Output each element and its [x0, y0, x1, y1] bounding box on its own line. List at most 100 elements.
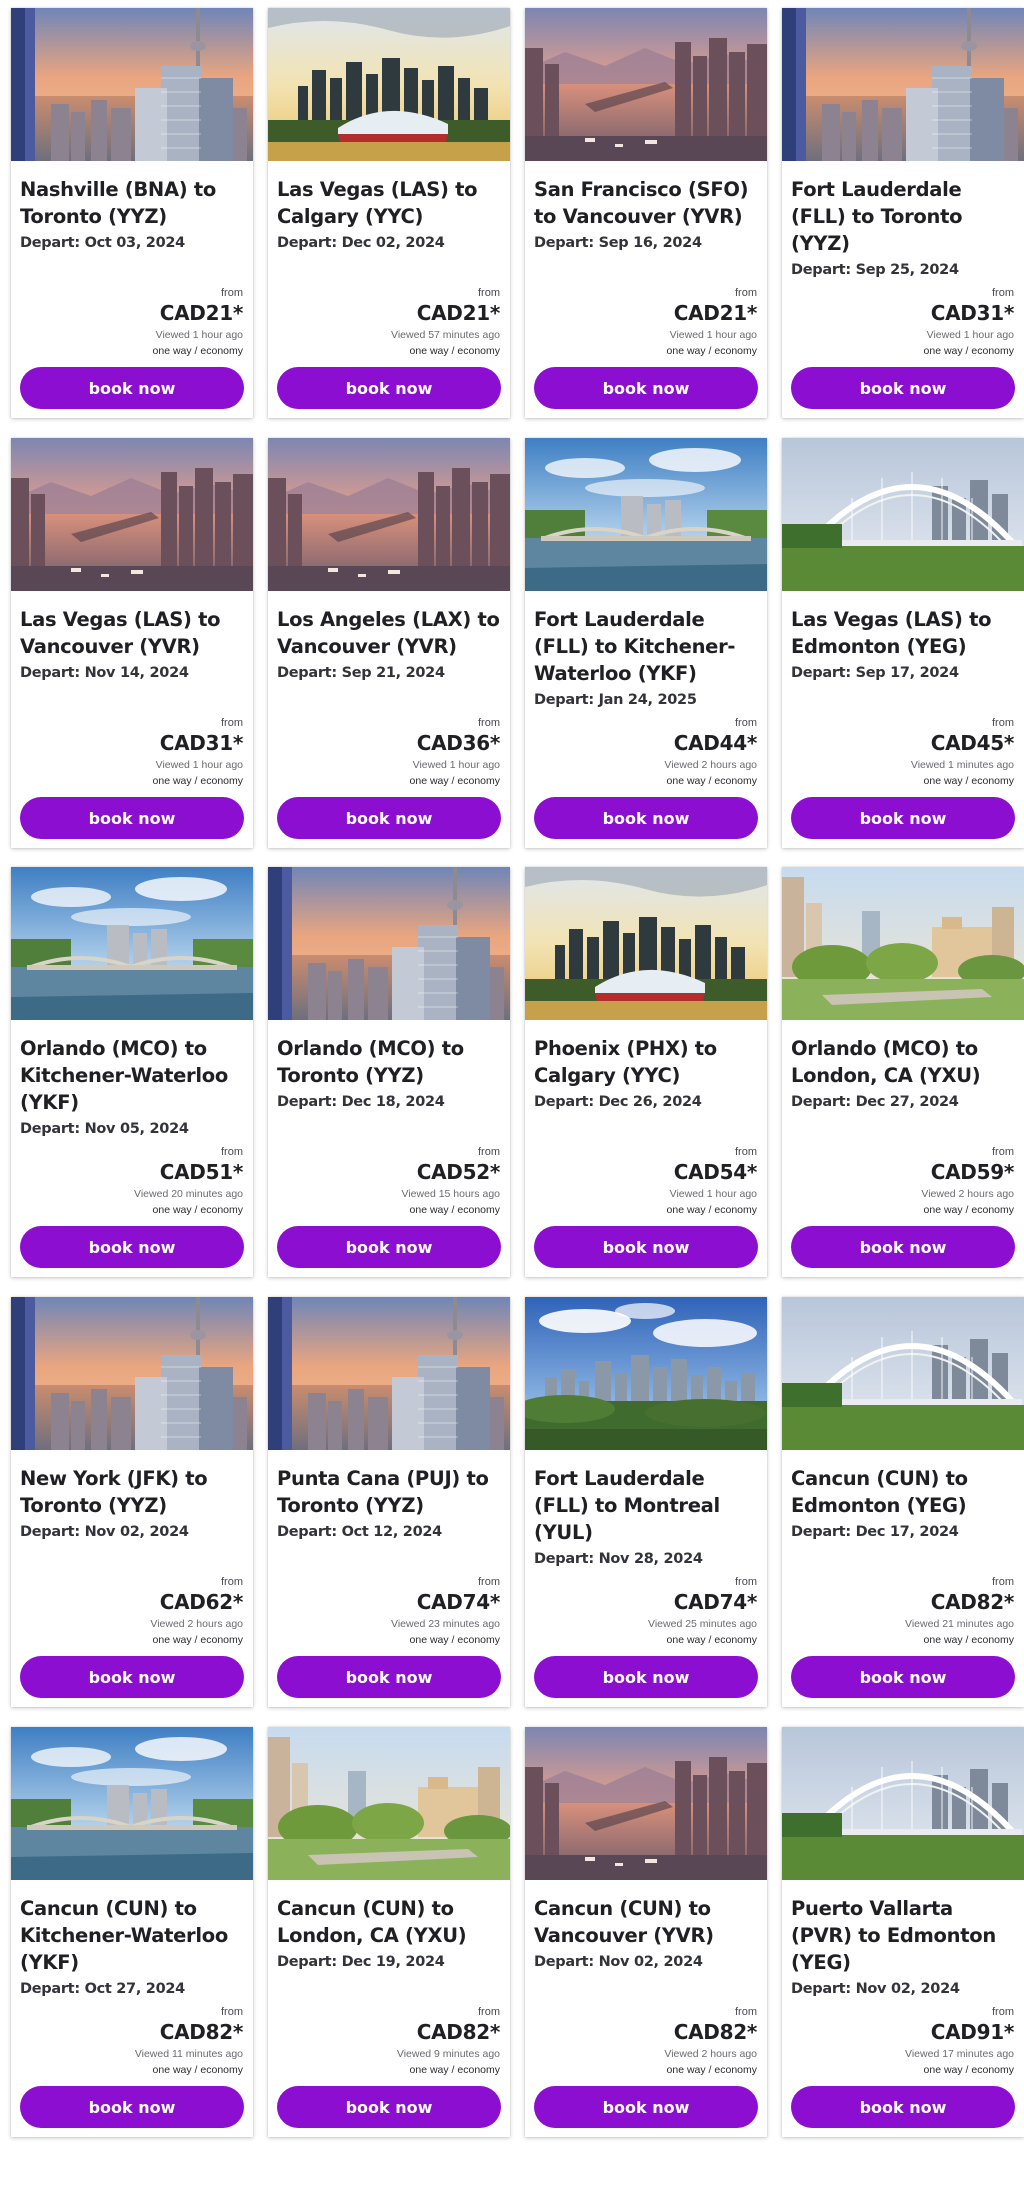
destination-photo-calgary-skyline[interactable]	[268, 8, 510, 161]
fare-type: one way / economy	[152, 2064, 243, 2076]
price: CAD44*	[673, 731, 758, 755]
route-text: Cancun (CUN) to Vancouver (YVR)	[534, 1897, 714, 1947]
price: CAD62*	[159, 1590, 244, 1614]
deal-card[interactable]: Fort Lauderdale (FLL) to Montreal (YUL) …	[525, 1297, 767, 1707]
price-block: from CAD45* Viewed 1 minutes ago one way…	[911, 717, 1014, 789]
viewed-timestamp: Viewed 20 minutes ago	[134, 1188, 243, 1200]
depart-date: Depart: Nov 14, 2024	[20, 665, 189, 681]
destination-photo-london-park[interactable]	[268, 1727, 510, 1880]
viewed-timestamp: Viewed 1 hour ago	[155, 759, 243, 771]
destination-photo-vancouver-sunset[interactable]	[525, 1727, 767, 1880]
destination-photo-toronto-skyline[interactable]	[268, 867, 510, 1020]
price-block: from CAD91* Viewed 17 minutes ago one wa…	[905, 2006, 1014, 2078]
depart-date: Depart: Sep 17, 2024	[791, 665, 959, 681]
book-now-button[interactable]: book now	[20, 367, 244, 409]
destination-photo-waterloo-bridge[interactable]	[525, 438, 767, 591]
book-now-button[interactable]: book now	[20, 797, 244, 839]
fare-type: one way / economy	[666, 345, 757, 357]
deal-card[interactable]: Las Vegas (LAS) to Edmonton (YEG) Depart…	[782, 438, 1024, 848]
book-now-button[interactable]: book now	[791, 367, 1015, 409]
destination-photo-waterloo-bridge[interactable]	[11, 1727, 253, 1880]
deal-card[interactable]: Cancun (CUN) to Edmonton (YEG) Depart: D…	[782, 1297, 1024, 1707]
destination-photo-edmonton-bridge[interactable]	[782, 1727, 1024, 1880]
deal-card[interactable]: Los Angeles (LAX) to Vancouver (YVR) Dep…	[268, 438, 510, 848]
fare-type: one way / economy	[409, 775, 500, 787]
from-label: from	[992, 1146, 1014, 1158]
price: CAD91*	[930, 2020, 1015, 2044]
viewed-timestamp: Viewed 1 hour ago	[669, 329, 757, 341]
route-title: Orlando (MCO) to Toronto (YYZ) Depart: D…	[277, 1035, 503, 1111]
book-now-button[interactable]: book now	[277, 367, 501, 409]
route-text: Las Vegas (LAS) to Vancouver (YVR)	[20, 608, 221, 658]
book-now-button[interactable]: book now	[534, 2086, 758, 2128]
from-label: from	[478, 1146, 500, 1158]
route-text: Punta Cana (PUJ) to Toronto (YYZ)	[277, 1467, 489, 1517]
viewed-timestamp: Viewed 1 hour ago	[155, 329, 243, 341]
deal-card[interactable]: Las Vegas (LAS) to Vancouver (YVR) Depar…	[11, 438, 253, 848]
deal-card[interactable]: Nashville (BNA) to Toronto (YYZ) Depart:…	[11, 8, 253, 418]
from-label: from	[221, 2006, 243, 2018]
book-now-button[interactable]: book now	[791, 2086, 1015, 2128]
book-now-button[interactable]: book now	[277, 1656, 501, 1698]
fare-type: one way / economy	[666, 775, 757, 787]
destination-photo-vancouver-sunset[interactable]	[525, 8, 767, 161]
destination-photo-calgary-skyline[interactable]	[525, 867, 767, 1020]
deal-card[interactable]: New York (JFK) to Toronto (YYZ) Depart: …	[11, 1297, 253, 1707]
depart-date: Depart: Dec 26, 2024	[534, 1094, 702, 1110]
depart-date: Depart: Oct 27, 2024	[20, 1981, 185, 1997]
destination-photo-waterloo-bridge[interactable]	[11, 867, 253, 1020]
deal-card[interactable]: Puerto Vallarta (PVR) to Edmonton (YEG) …	[782, 1727, 1024, 2137]
book-now-button[interactable]: book now	[20, 1656, 244, 1698]
book-now-button[interactable]: book now	[534, 367, 758, 409]
viewed-timestamp: Viewed 15 hours ago	[401, 1188, 500, 1200]
price-block: from CAD82* Viewed 11 minutes ago one wa…	[135, 2006, 243, 2078]
fare-type: one way / economy	[409, 345, 500, 357]
destination-photo-edmonton-bridge[interactable]	[782, 1297, 1024, 1450]
route-text: Fort Lauderdale (FLL) to Montreal (YUL)	[534, 1467, 720, 1544]
deal-card[interactable]: Orlando (MCO) to London, CA (YXU) Depart…	[782, 867, 1024, 1277]
destination-photo-toronto-skyline[interactable]	[268, 1297, 510, 1450]
depart-date: Depart: Nov 02, 2024	[791, 1981, 960, 1997]
book-now-button[interactable]: book now	[277, 1226, 501, 1268]
book-now-button[interactable]: book now	[277, 2086, 501, 2128]
deal-card[interactable]: Cancun (CUN) to Kitchener-Waterloo (YKF)…	[11, 1727, 253, 2137]
route-title: Orlando (MCO) to London, CA (YXU) Depart…	[791, 1035, 1017, 1111]
from-label: from	[478, 717, 500, 729]
book-now-button[interactable]: book now	[277, 797, 501, 839]
destination-photo-toronto-skyline[interactable]	[782, 8, 1024, 161]
destination-photo-toronto-skyline[interactable]	[11, 8, 253, 161]
from-label: from	[221, 287, 243, 299]
fare-type: one way / economy	[923, 1204, 1014, 1216]
viewed-timestamp: Viewed 9 minutes ago	[396, 2048, 500, 2060]
book-now-button[interactable]: book now	[20, 2086, 244, 2128]
route-text: San Francisco (SFO) to Vancouver (YVR)	[534, 178, 749, 228]
deal-card[interactable]: Orlando (MCO) to Toronto (YYZ) Depart: D…	[268, 867, 510, 1277]
book-now-button[interactable]: book now	[791, 1226, 1015, 1268]
deal-card[interactable]: Cancun (CUN) to Vancouver (YVR) Depart: …	[525, 1727, 767, 2137]
deals-grid: Nashville (BNA) to Toronto (YYZ) Depart:…	[0, 0, 1024, 2187]
deal-card[interactable]: Fort Lauderdale (FLL) to Toronto (YYZ) D…	[782, 8, 1024, 418]
destination-photo-vancouver-sunset[interactable]	[268, 438, 510, 591]
deal-card[interactable]: San Francisco (SFO) to Vancouver (YVR) D…	[525, 8, 767, 418]
route-title: Orlando (MCO) to Kitchener-Waterloo (YKF…	[20, 1035, 246, 1138]
viewed-timestamp: Viewed 23 minutes ago	[391, 1618, 500, 1630]
destination-photo-montreal-skyline[interactable]	[525, 1297, 767, 1450]
book-now-button[interactable]: book now	[791, 1656, 1015, 1698]
deal-card[interactable]: Las Vegas (LAS) to Calgary (YYC) Depart:…	[268, 8, 510, 418]
book-now-button[interactable]: book now	[534, 1226, 758, 1268]
book-now-button[interactable]: book now	[791, 797, 1015, 839]
deal-card[interactable]: Punta Cana (PUJ) to Toronto (YYZ) Depart…	[268, 1297, 510, 1707]
book-now-button[interactable]: book now	[20, 1226, 244, 1268]
deal-card[interactable]: Fort Lauderdale (FLL) to Kitchener-Water…	[525, 438, 767, 848]
destination-photo-edmonton-bridge[interactable]	[782, 438, 1024, 591]
destination-photo-toronto-skyline[interactable]	[11, 1297, 253, 1450]
from-label: from	[992, 2006, 1014, 2018]
book-now-button[interactable]: book now	[534, 1656, 758, 1698]
destination-photo-vancouver-sunset[interactable]	[11, 438, 253, 591]
deal-card[interactable]: Orlando (MCO) to Kitchener-Waterloo (YKF…	[11, 867, 253, 1277]
destination-photo-london-park[interactable]	[782, 867, 1024, 1020]
price: CAD21*	[416, 301, 501, 325]
deal-card[interactable]: Cancun (CUN) to London, CA (YXU) Depart:…	[268, 1727, 510, 2137]
book-now-button[interactable]: book now	[534, 797, 758, 839]
deal-card[interactable]: Phoenix (PHX) to Calgary (YYC) Depart: D…	[525, 867, 767, 1277]
